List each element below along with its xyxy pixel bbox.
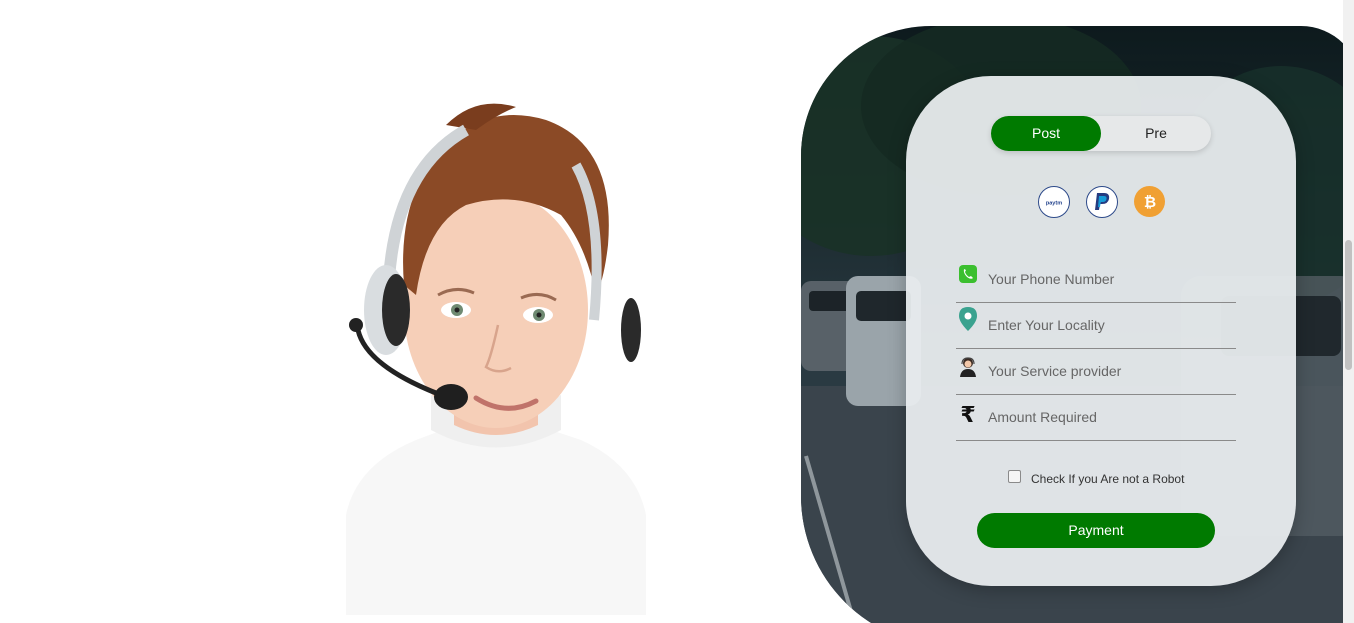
robot-checkbox[interactable] (1008, 470, 1021, 483)
paytm-icon[interactable]: paytm (1038, 186, 1070, 218)
phone-input[interactable] (988, 268, 1228, 290)
recharge-form-card: Post Pre paytm ₿ Your Phone Number Enter… (906, 76, 1296, 586)
page: Post Pre paytm ₿ Your Phone Number Enter… (0, 0, 1354, 623)
location-pin-icon (958, 307, 978, 332)
svg-text:paytm: paytm (1046, 201, 1062, 207)
payment-methods: paytm ₿ (1038, 186, 1168, 218)
page-scrollbar[interactable] (1343, 0, 1354, 623)
robot-check-label: Check If you Are not a Robot (1031, 472, 1185, 486)
svg-text:₹: ₹ (960, 403, 975, 426)
locality-field (956, 302, 1236, 349)
service-provider-field (956, 348, 1236, 395)
phone-field (956, 256, 1236, 303)
payment-button[interactable]: Payment (977, 513, 1215, 548)
amount-input[interactable] (988, 406, 1228, 428)
locality-input[interactable] (988, 314, 1228, 336)
toggle-prepaid[interactable]: Pre (1101, 116, 1211, 151)
bitcoin-icon[interactable]: ₿ (1134, 186, 1165, 217)
plan-type-toggle[interactable]: Post Pre (991, 116, 1211, 151)
rupee-icon: ₹ (958, 402, 978, 428)
operator-icon (958, 356, 978, 378)
robot-check-row: Check If you Are not a Robot (1006, 469, 1256, 489)
paypal-icon[interactable] (1086, 186, 1118, 218)
toggle-postpaid[interactable]: Post (991, 116, 1101, 151)
support-agent-image (346, 95, 646, 615)
service-provider-input[interactable] (988, 360, 1228, 382)
amount-field: ₹ (956, 394, 1236, 441)
svg-text:₿: ₿ (1143, 193, 1155, 211)
phone-icon (958, 264, 978, 286)
scrollbar-thumb[interactable] (1345, 240, 1352, 370)
